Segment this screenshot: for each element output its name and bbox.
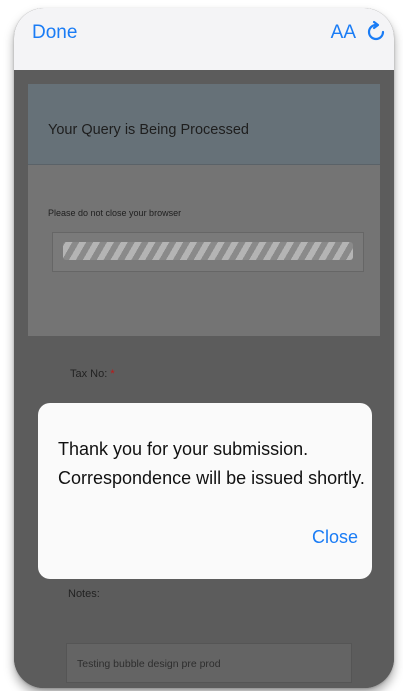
alert-message-line-2: Correspondence will be issued shortly. — [58, 468, 365, 488]
tax-no-label-text: Tax No: — [70, 368, 108, 380]
reload-icon[interactable] — [364, 20, 388, 44]
modal-note: Please do not close your browser — [48, 208, 182, 218]
alert-dialog: Thank you for your submission. Correspon… — [38, 403, 372, 579]
progress-track — [52, 232, 364, 272]
text-size-button[interactable]: AA — [331, 22, 356, 44]
modal-title: Your Query is Being Processed — [48, 122, 249, 138]
modal-header: Your Query is Being Processed — [28, 84, 380, 165]
notes-field[interactable]: Testing bubble design pre prod — [66, 643, 352, 683]
tax-no-label: Tax No: * — [70, 368, 115, 380]
phone-screen: Done AA Your Query is Being Processed Pl… — [14, 8, 394, 688]
done-button[interactable]: Done — [32, 22, 77, 44]
alert-message-line-1: Thank you for your submission. — [58, 439, 309, 459]
notes-label: Notes: — [68, 588, 100, 600]
required-marker: * — [110, 368, 115, 380]
safari-view-toolbar: Done AA — [14, 8, 394, 70]
processing-modal: Your Query is Being Processed Please do … — [28, 84, 380, 336]
alert-message: Thank you for your submission. Correspon… — [58, 435, 368, 493]
close-button[interactable]: Close — [312, 527, 358, 548]
progress-bar — [63, 242, 353, 260]
